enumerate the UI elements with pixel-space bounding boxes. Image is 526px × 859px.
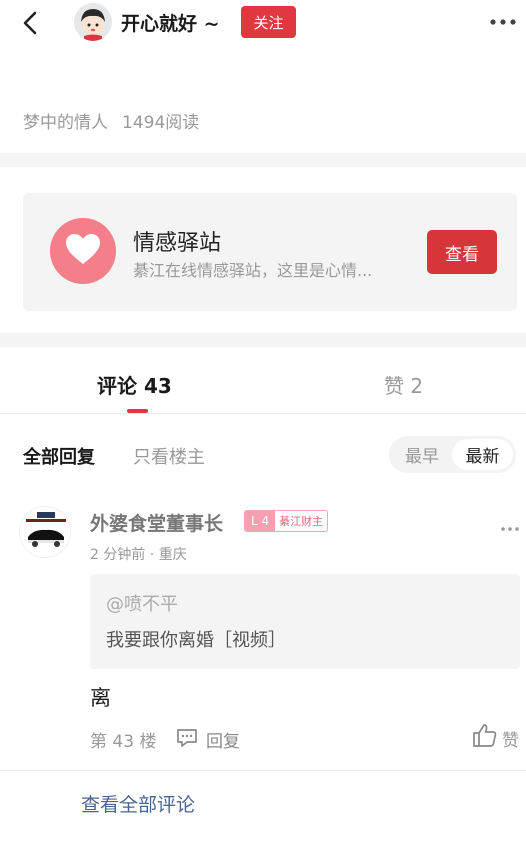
like-button[interactable]: 赞 <box>502 726 519 751</box>
quoted-reply[interactable]: @喷不平 我要跟你离婚［视频］ <box>90 574 520 669</box>
thumbs-up-icon[interactable] <box>472 722 498 748</box>
commenter-name[interactable]: 外婆食堂董事长 <box>90 509 223 536</box>
level-title: 綦江财主 <box>275 511 328 531</box>
reply-button[interactable]: 回复 <box>206 727 240 752</box>
circle-title: 情感驿站 <box>133 231 222 256</box>
section-divider <box>0 333 526 347</box>
circle-card[interactable]: 情感驿站 綦江在线情感驿站，这里是心情... 查看 <box>23 193 517 311</box>
comment-body: 离 <box>90 686 111 710</box>
sort-toggle: 最早 最新 <box>389 436 516 473</box>
post-title: 梦中的情人 <box>23 113 108 133</box>
author-name[interactable]: 开心就好 ~ <box>121 9 220 36</box>
comment-divider <box>0 770 526 771</box>
tab-likes[interactable]: 赞 2 <box>384 370 423 399</box>
quoted-text: 我要跟你离婚［视频］ <box>106 630 286 651</box>
quoted-user[interactable]: @喷不平 <box>106 590 178 616</box>
sort-earliest-option[interactable]: 最早 <box>393 439 451 470</box>
commenter-avatar[interactable] <box>19 506 71 558</box>
sort-newest-option[interactable]: 最新 <box>452 439 513 470</box>
tab-comments[interactable]: 评论 43 <box>97 370 172 399</box>
back-icon[interactable] <box>16 8 46 38</box>
more-options-icon[interactable] <box>488 14 518 30</box>
circle-description: 綦江在线情感驿站，这里是心情... <box>133 261 373 280</box>
heart-icon <box>65 233 101 269</box>
view-all-comments-link[interactable]: 查看全部评论 <box>81 790 195 817</box>
section-divider <box>0 153 526 167</box>
level-badge: L 4 綦江财主 <box>244 510 329 532</box>
post-meta: 梦中的情人 1494阅读 <box>23 108 199 133</box>
view-circle-button[interactable]: 查看 <box>427 230 497 274</box>
follow-button[interactable]: 关注 <box>241 6 296 38</box>
read-count: 1494阅读 <box>122 113 200 133</box>
floor-number: 第 43 楼 <box>90 732 157 752</box>
circle-avatar <box>50 218 116 284</box>
filter-all-replies[interactable]: 全部回复 <box>23 443 95 469</box>
level-number: L 4 <box>245 511 276 531</box>
author-avatar[interactable] <box>74 3 112 41</box>
reply-icon[interactable] <box>175 727 199 749</box>
comment-meta: 2 分钟前 · 重庆 <box>90 547 187 563</box>
tab-divider <box>0 413 526 414</box>
comment-more-icon[interactable] <box>500 518 520 531</box>
filter-owner-only[interactable]: 只看楼主 <box>133 443 205 469</box>
